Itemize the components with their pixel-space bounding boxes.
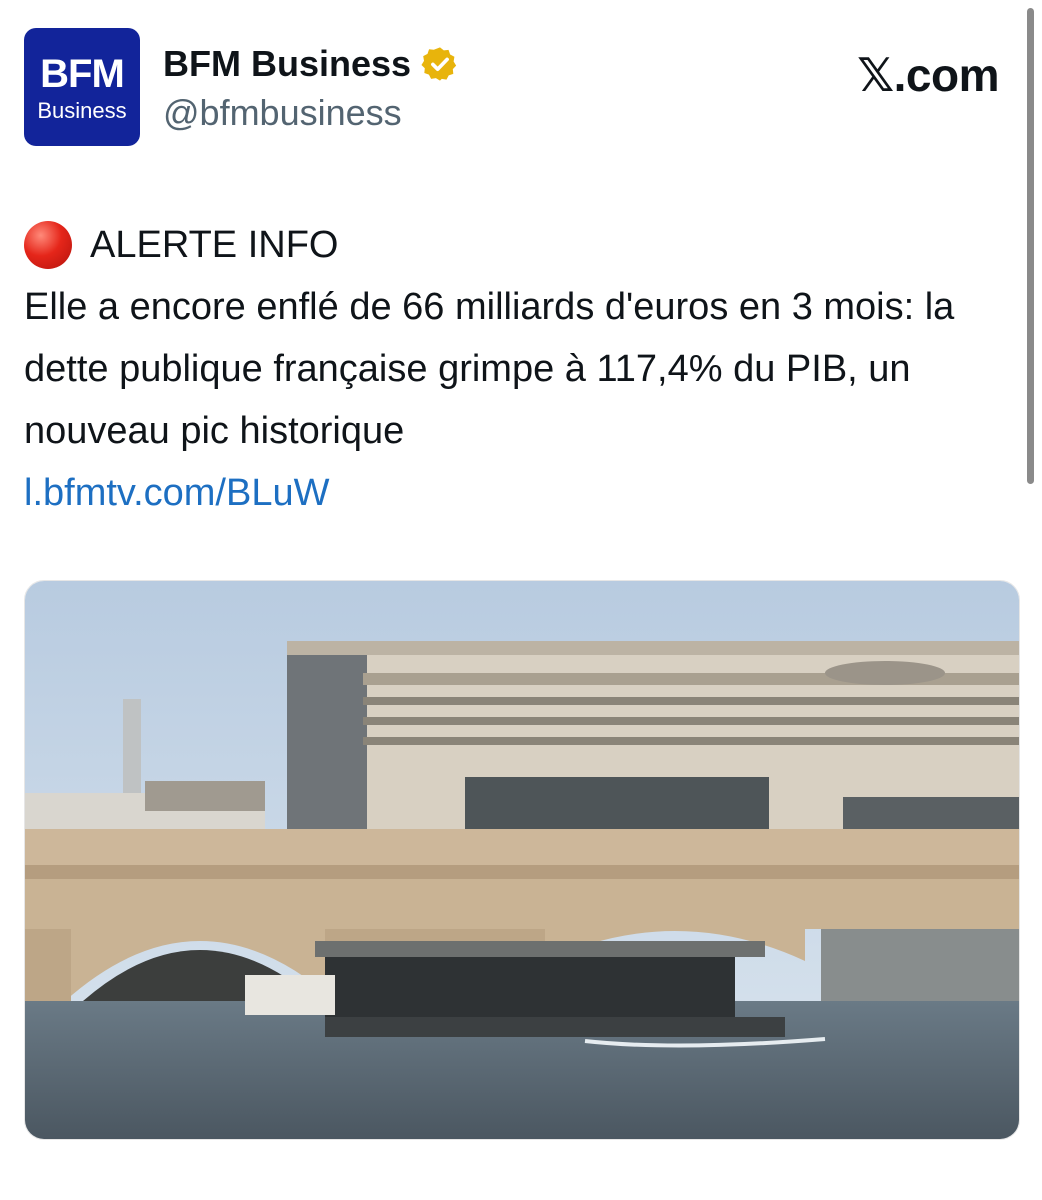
scrollbar[interactable] <box>1027 8 1034 484</box>
verified-badge-icon <box>421 45 459 83</box>
alert-label: ALERTE INFO <box>90 224 339 266</box>
avatar-logo-subtext: Business <box>37 98 127 123</box>
avatar[interactable]: BFM Business <box>24 28 140 146</box>
site-label: 𝕏.com <box>857 49 999 101</box>
tweet-link[interactable]: l.bfmtv.com/BLuW <box>24 462 1014 524</box>
account-handle[interactable]: @bfmbusiness <box>163 92 402 134</box>
photo-scene-image <box>25 581 1019 1139</box>
display-name[interactable]: BFM Business <box>163 43 411 85</box>
alert-line: ALERTE INFO <box>24 214 1014 276</box>
tweet-photo[interactable] <box>24 580 1020 1140</box>
tweet-body: ALERTE INFO Elle a encore enflé de 66 mi… <box>24 214 1014 524</box>
tweet-text: Elle a encore enflé de 66 milliards d'eu… <box>24 286 955 452</box>
avatar-logo-text: BFM <box>40 52 125 96</box>
red-circle-icon <box>24 221 72 269</box>
account-name-row: BFM Business <box>163 42 459 86</box>
